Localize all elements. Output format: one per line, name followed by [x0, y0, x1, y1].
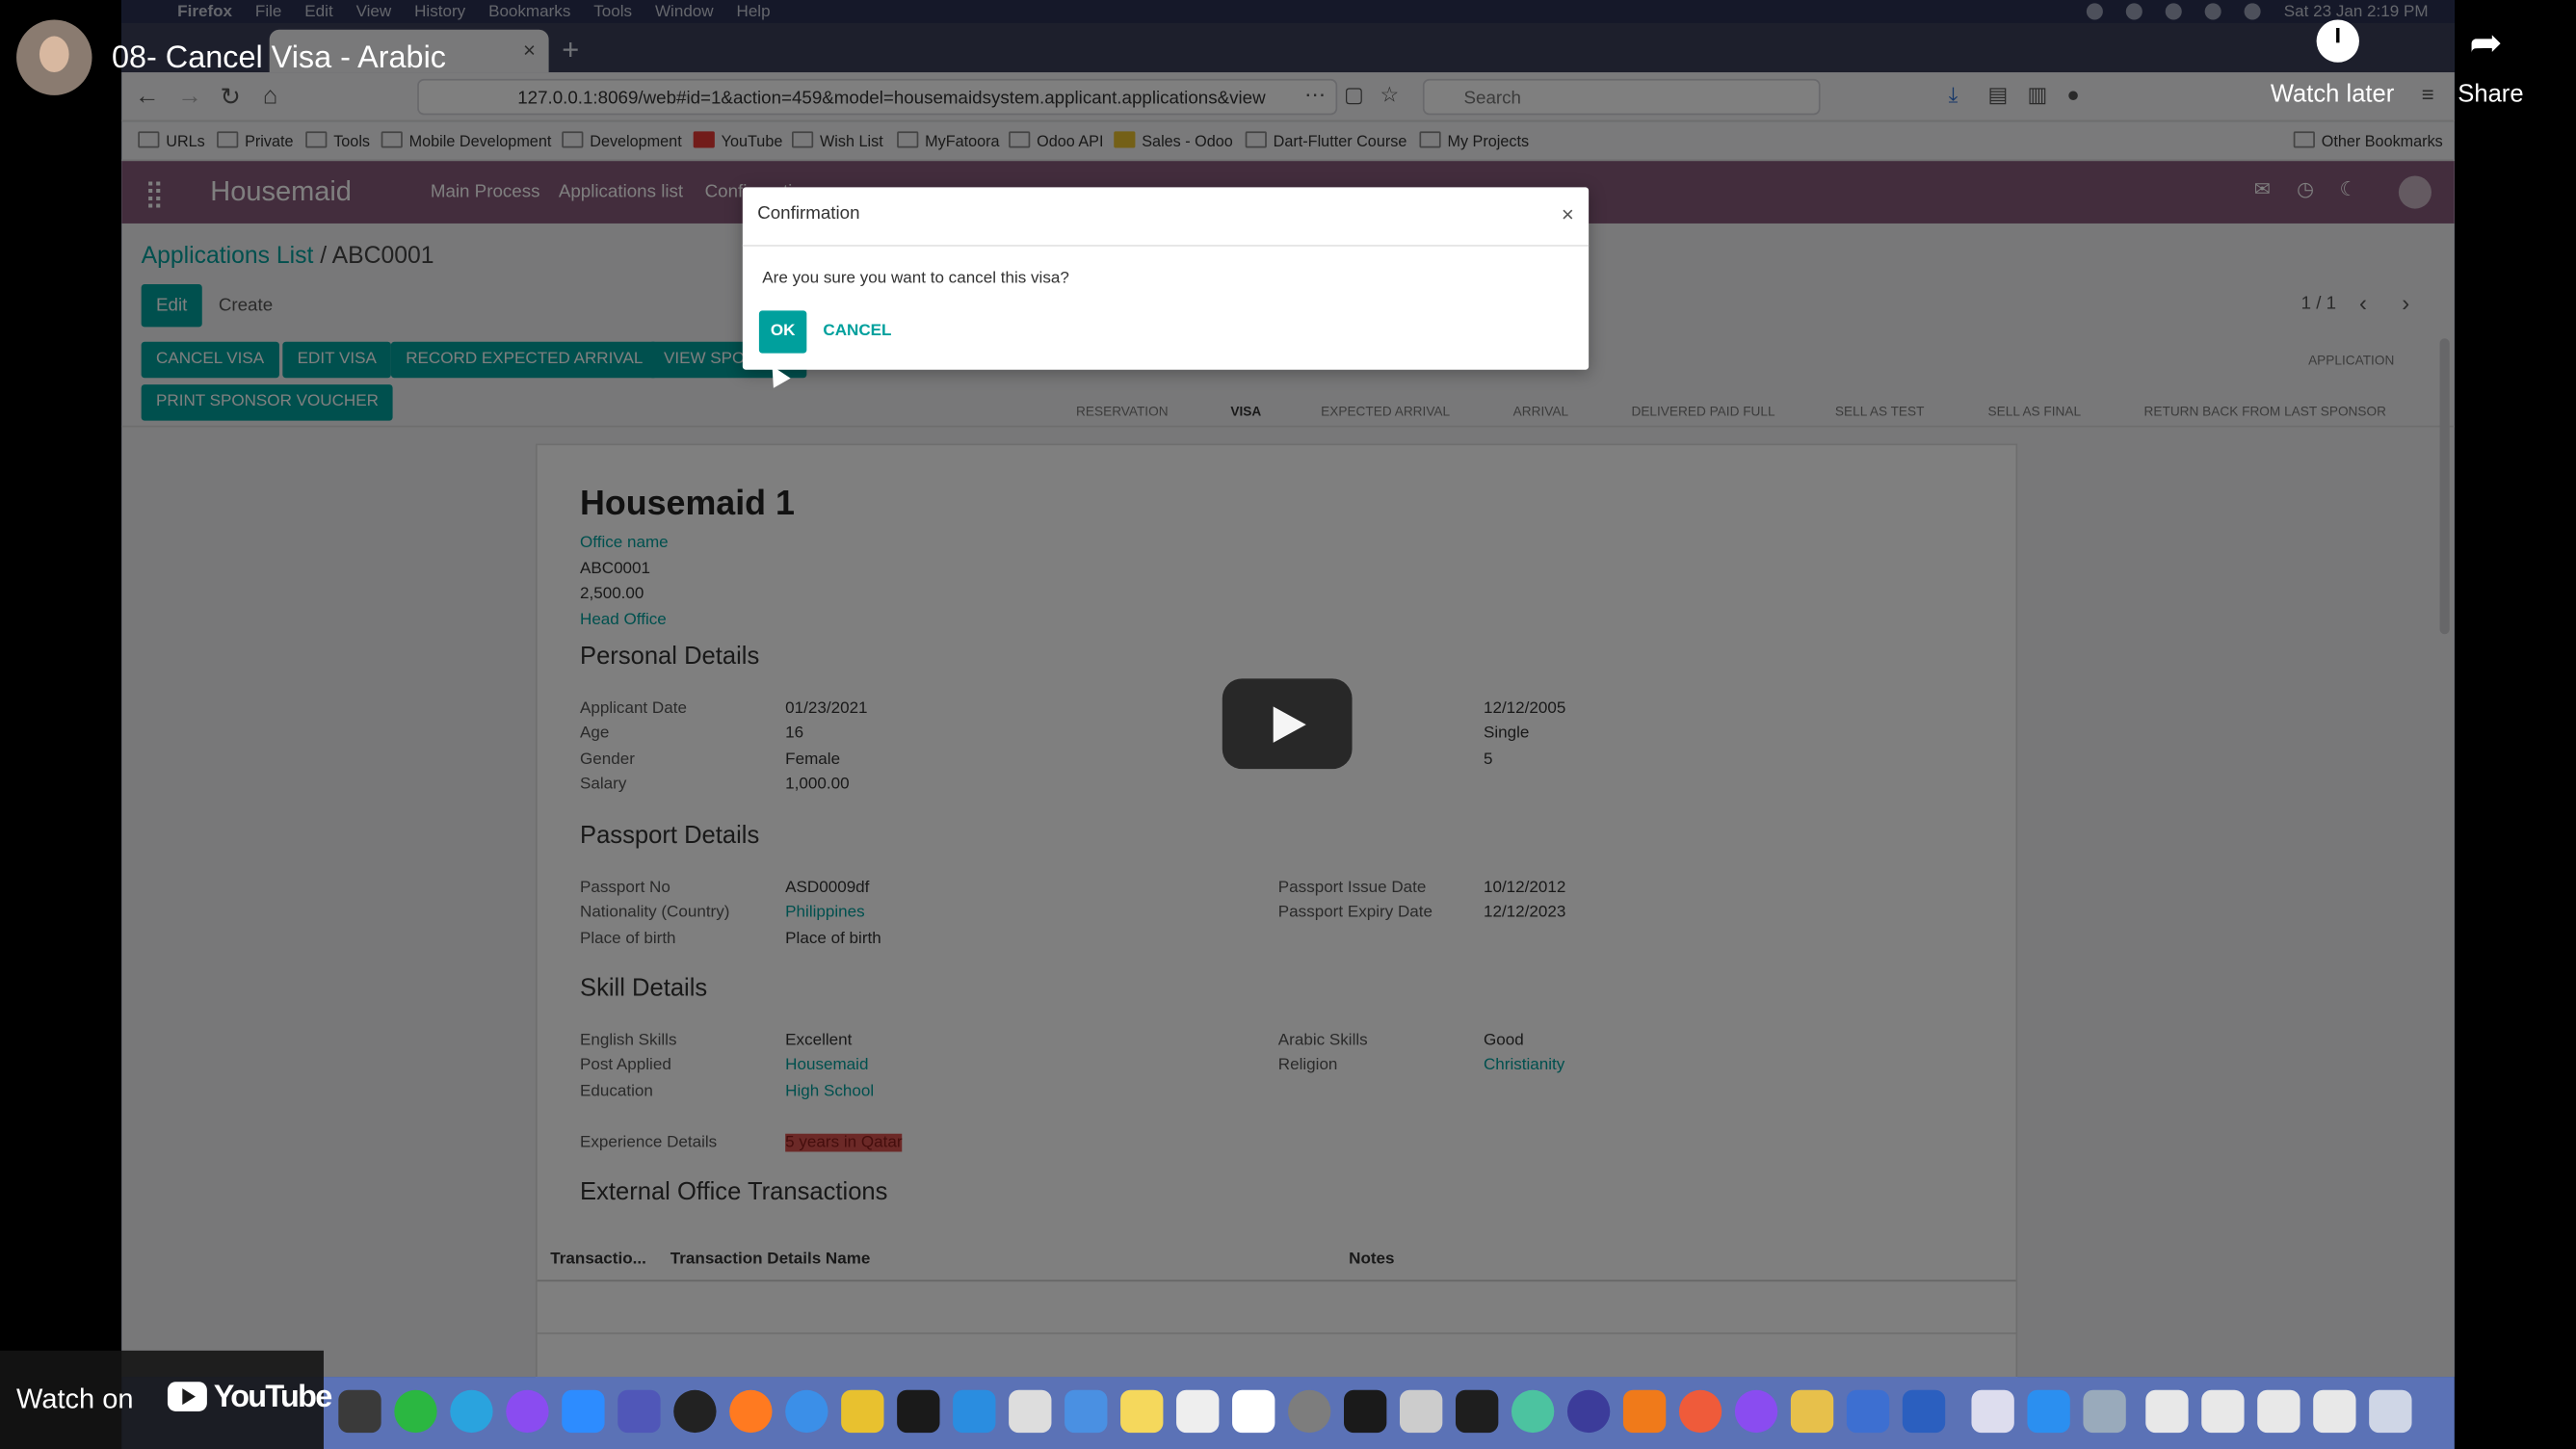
github-icon[interactable]: [1734, 1389, 1778, 1434]
close-icon[interactable]: ×: [1562, 202, 1574, 227]
watch-on-label: Watch on: [16, 1383, 134, 1415]
vscode-icon[interactable]: [953, 1389, 996, 1434]
play-button[interactable]: [1222, 678, 1353, 770]
document-icon[interactable]: [2257, 1389, 2300, 1434]
app-icon[interactable]: [1511, 1389, 1555, 1434]
notes-icon[interactable]: [1120, 1389, 1164, 1434]
telegram-icon[interactable]: [450, 1389, 493, 1434]
dialog-message: Are you sure you want to cancel this vis…: [762, 269, 1069, 288]
dialog-title: Confirmation: [757, 203, 860, 224]
watch-later-icon[interactable]: [2316, 19, 2359, 63]
video-title[interactable]: 08- Cancel Visa - Arabic: [112, 41, 446, 78]
confirmation-dialog: Confirmation × Are you sure you want to …: [742, 187, 1590, 370]
terminal-icon[interactable]: [1344, 1389, 1387, 1434]
document-icon[interactable]: [2201, 1389, 2245, 1434]
trash-icon[interactable]: [2369, 1389, 2412, 1434]
watch-later-label[interactable]: Watch later: [2271, 81, 2394, 109]
youtube-logo-icon: [167, 1382, 207, 1411]
app-icon[interactable]: [673, 1389, 717, 1434]
youtube-wordmark: YouTube: [213, 1380, 333, 1415]
messenger-icon[interactable]: [506, 1389, 549, 1434]
photos-icon[interactable]: [841, 1389, 884, 1434]
activity-monitor-icon[interactable]: [1455, 1389, 1499, 1434]
app-icon[interactable]: [2083, 1389, 2126, 1434]
app-icon[interactable]: [1678, 1389, 1722, 1434]
teams-icon[interactable]: [618, 1389, 661, 1434]
app-icon[interactable]: [1971, 1389, 2014, 1434]
dock: [121, 1377, 2455, 1449]
app-icon[interactable]: [1790, 1389, 1834, 1434]
watch-on-youtube[interactable]: Watch on YouTube: [0, 1350, 332, 1449]
share-icon[interactable]: ➦: [2469, 19, 2502, 66]
settings-icon[interactable]: [1288, 1389, 1331, 1434]
dialog-divider: [742, 245, 1590, 247]
app-store-icon[interactable]: [2027, 1389, 2070, 1434]
app-icon[interactable]: [1566, 1389, 1611, 1434]
pycharm-icon[interactable]: [897, 1389, 940, 1434]
textedit-icon[interactable]: [1176, 1389, 1220, 1434]
app-icon[interactable]: [1400, 1389, 1443, 1434]
calculator-icon[interactable]: [338, 1389, 381, 1434]
app-icon[interactable]: [1846, 1389, 1890, 1434]
screen: Firefox File Edit View History Bookmarks…: [0, 0, 2576, 1449]
share-label[interactable]: Share: [2458, 81, 2523, 109]
word-icon[interactable]: [1902, 1389, 1946, 1434]
reminders-icon[interactable]: [1232, 1389, 1275, 1434]
cancel-button[interactable]: CANCEL: [823, 322, 891, 340]
document-icon[interactable]: [2145, 1389, 2189, 1434]
app-icon[interactable]: [1622, 1389, 1667, 1434]
video-frame: Firefox File Edit View History Bookmarks…: [0, 0, 2576, 1449]
safari-icon[interactable]: [785, 1389, 828, 1434]
mail-icon[interactable]: [1065, 1389, 1108, 1434]
zoom-icon[interactable]: [562, 1389, 605, 1434]
channel-avatar[interactable]: [16, 19, 92, 95]
firefox-icon[interactable]: [729, 1389, 773, 1434]
face-icon: [39, 36, 69, 73]
document-icon[interactable]: [2313, 1389, 2356, 1434]
app-icon[interactable]: [1009, 1389, 1052, 1434]
whatsapp-icon[interactable]: [394, 1389, 437, 1434]
ok-button[interactable]: OK: [758, 310, 807, 354]
